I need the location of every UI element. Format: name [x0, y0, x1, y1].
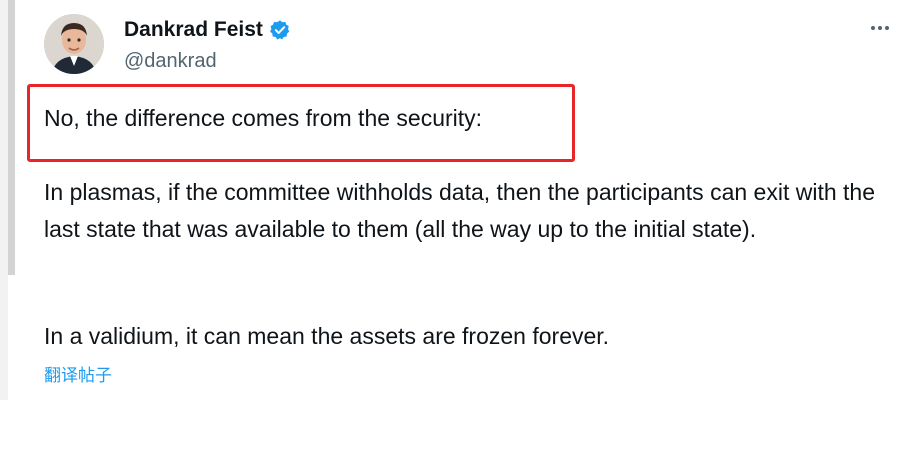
post-paragraph-1: In plasmas, if the committee withholds d… — [44, 179, 875, 242]
dot-icon — [871, 26, 875, 30]
dot-icon — [885, 26, 889, 30]
author-name-row[interactable]: Dankrad Feist — [124, 18, 291, 42]
post-highlighted-line: No, the difference comes from the securi… — [44, 105, 483, 131]
more-options-icon[interactable] — [866, 16, 894, 40]
author-handle[interactable]: @dankrad — [124, 50, 217, 73]
avatar-image — [44, 14, 104, 74]
dot-icon — [878, 26, 882, 30]
post-paragraph-2: In a validium, it can mean the assets ar… — [44, 323, 610, 349]
author-name[interactable]: Dankrad Feist — [124, 18, 263, 42]
translate-post-link[interactable]: 翻译帖子 — [44, 361, 112, 386]
verified-badge-icon — [269, 20, 290, 40]
avatar[interactable] — [44, 14, 104, 74]
scrollbar-thumb[interactable] — [8, 0, 15, 275]
left-gutter — [0, 0, 8, 400]
